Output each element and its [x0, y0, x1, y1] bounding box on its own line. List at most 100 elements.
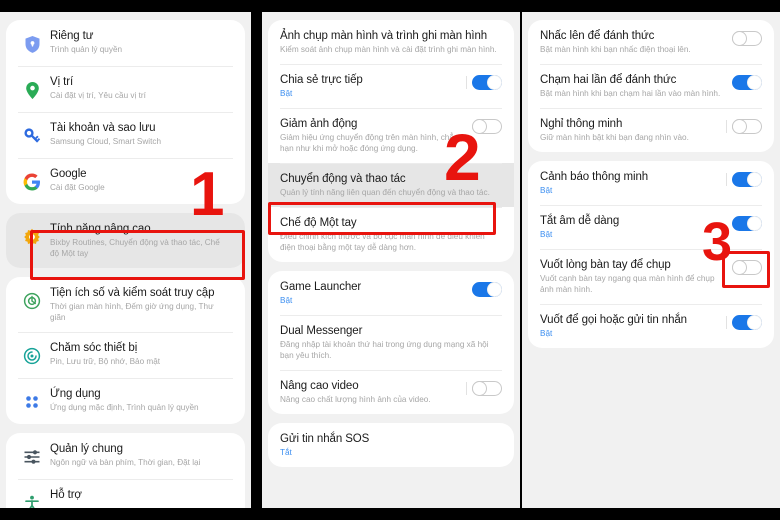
motions-row-smart-stay[interactable]: Nghỉ thông minh Giữ màn hình bật khi bạn…: [528, 108, 774, 152]
settings-row-apps[interactable]: Ứng dụng Ứng dụng mặc định, Trình quản l…: [6, 378, 245, 424]
panel-settings-main: Riêng tư Trình quản lý quyền Vị trí Cài …: [0, 12, 251, 508]
row-subtitle: Bixby Routines, Chuyển động và thao tác,…: [50, 238, 220, 258]
advanced-row-reduce-animations[interactable]: Giảm ảnh động Giảm hiệu ứng chuyển động …: [268, 108, 514, 163]
motions-group-1: Nhấc lên để đánh thức Bật màn hình khi b…: [528, 20, 774, 152]
toggle-easy-mute[interactable]: [732, 216, 762, 231]
row-subtitle: Giữ màn hình bật khi bạn đang nhìn vào.: [540, 133, 689, 142]
row-state: Bật: [280, 89, 293, 98]
sliders-icon: [14, 442, 50, 470]
settings-row-general-management[interactable]: Quản lý chung Ngôn ngữ và bàn phím, Thời…: [6, 433, 245, 479]
panel-motions-and-gestures: Nhấc lên để đánh thức Bật màn hình khi b…: [522, 12, 780, 508]
row-subtitle: Kiểm soát ảnh chụp màn hình và cài đặt t…: [280, 45, 497, 54]
row-title: Nhấc lên để đánh thức: [540, 30, 655, 42]
motions-row-lift-to-wake[interactable]: Nhấc lên để đánh thức Bật màn hình khi b…: [528, 20, 774, 64]
row-title: Game Launcher: [280, 281, 362, 293]
row-subtitle: Cài đặt vị trí, Yêu cầu vị trí: [50, 91, 146, 100]
settings-group-privacy: Riêng tư Trình quản lý quyền Vị trí Cài …: [6, 20, 245, 204]
row-subtitle: Ứng dụng mặc định, Trình quản lý quyền: [50, 403, 199, 412]
row-title: Gửi tin nhắn SOS: [280, 433, 370, 445]
row-title: Chạm hai lần để đánh thức: [540, 74, 677, 86]
toggle-lift-to-wake[interactable]: [732, 31, 762, 46]
motions-row-smart-alert[interactable]: Cảnh báo thông minh Bật: [528, 161, 774, 205]
screenshot-root: Riêng tư Trình quản lý quyền Vị trí Cài …: [0, 0, 780, 520]
advanced-group-1: Ảnh chụp màn hình và trình ghi màn hình …: [268, 20, 514, 262]
row-subtitle: Quản lý tính năng liên quan đến chuyển đ…: [280, 188, 490, 197]
settings-row-privacy[interactable]: Riêng tư Trình quản lý quyền: [6, 20, 245, 66]
motions-group-2: Cảnh báo thông minh Bật Tắt âm dễ dàng B…: [528, 161, 774, 348]
row-title: Vuốt lòng bàn tay để chụp: [540, 259, 671, 271]
motions-row-palm-swipe-capture[interactable]: Vuốt lòng bàn tay để chụp Vuốt cạnh bàn …: [528, 249, 774, 304]
row-subtitle: Ngôn ngữ và bàn phím, Thời gian, Đặt lại: [50, 458, 201, 467]
advanced-row-video-enhancer[interactable]: Nâng cao video Nâng cao chất lượng hình …: [268, 370, 514, 414]
settings-group-wellbeing: Tiện ích số và kiểm soát truy cập Thời g…: [6, 277, 245, 424]
row-title: Cảnh báo thông minh: [540, 171, 649, 183]
toggle-smart-alert[interactable]: [726, 172, 762, 187]
row-subtitle: Thời gian màn hình, Đếm giờ ứng dụng, Th…: [50, 302, 214, 322]
row-subtitle: Điều chỉnh kích thước và bố cục màn hình…: [280, 232, 485, 252]
advanced-row-send-sos[interactable]: Gửi tin nhắn SOS Tắt: [268, 423, 514, 467]
row-title: Giảm ảnh động: [280, 118, 358, 130]
location-pin-icon: [14, 75, 50, 103]
row-state: Bật: [280, 296, 293, 305]
settings-row-google[interactable]: Google Cài đặt Google: [6, 158, 245, 204]
gear-icon: [14, 222, 50, 250]
row-title: Tắt âm dễ dàng: [540, 215, 620, 227]
advanced-group-2: Game Launcher Bật Dual Messenger Đăng nh…: [268, 271, 514, 414]
settings-group-general: Quản lý chung Ngôn ngữ và bàn phím, Thời…: [6, 433, 245, 508]
top-black-bar: [0, 0, 780, 12]
row-title: Dual Messenger: [280, 325, 363, 337]
panel-advanced-features: Ảnh chụp màn hình và trình ghi màn hình …: [262, 12, 520, 508]
toggle-game-launcher[interactable]: [472, 282, 502, 297]
row-subtitle: Bật màn hình khi bạn nhấc điện thoại lên…: [540, 45, 691, 54]
toggle-reduce-animations[interactable]: [472, 119, 502, 134]
row-title: Hỗ trợ: [50, 489, 82, 501]
row-title: Ứng dụng: [50, 388, 101, 400]
row-subtitle: Bật màn hình khi bạn chạm hai lần vào mà…: [540, 89, 721, 98]
row-title: Tính năng nâng cao: [50, 223, 151, 235]
advanced-row-dual-messenger[interactable]: Dual Messenger Đăng nhập tài khoản thứ h…: [268, 315, 514, 370]
toggle-smart-stay[interactable]: [726, 119, 762, 134]
shield-icon: [14, 29, 50, 57]
row-title: Tài khoản và sao lưu: [50, 122, 156, 134]
advanced-row-one-handed-mode[interactable]: Chế độ Một tay Điều chỉnh kích thước và …: [268, 207, 514, 262]
motions-row-double-tap-to-wake[interactable]: Chạm hai lần để đánh thức Bật màn hình k…: [528, 64, 774, 108]
toggle-video-enhancer[interactable]: [466, 381, 502, 396]
settings-row-location[interactable]: Vị trí Cài đặt vị trí, Yêu cầu vị trí: [6, 66, 245, 112]
advanced-row-game-launcher[interactable]: Game Launcher Bật: [268, 271, 514, 315]
row-title: Chăm sóc thiết bị: [50, 342, 138, 354]
motions-row-swipe-to-call-or-send[interactable]: Vuốt để gọi hoặc gửi tin nhắn Bật: [528, 304, 774, 348]
motions-row-easy-mute[interactable]: Tắt âm dễ dàng Bật: [528, 205, 774, 249]
digital-wellbeing-icon: [14, 286, 50, 314]
row-title: Google: [50, 168, 87, 180]
accessibility-icon: [14, 488, 50, 508]
settings-row-accessibility[interactable]: Hỗ trợ: [6, 479, 245, 508]
advanced-row-direct-share[interactable]: Chia sẻ trực tiếp Bật: [268, 64, 514, 108]
bottom-black-bar: [0, 508, 780, 520]
row-subtitle: Cài đặt Google: [50, 183, 105, 192]
toggle-swipe-to-call-or-send[interactable]: [726, 315, 762, 330]
row-title: Quản lý chung: [50, 443, 123, 455]
row-subtitle: Đăng nhập tài khoản thứ hai trong ứng dụ…: [280, 340, 489, 360]
toggle-palm-swipe-capture[interactable]: [732, 260, 762, 275]
row-title: Chuyển động và thao tác: [280, 173, 406, 185]
settings-row-device-care[interactable]: Chăm sóc thiết bị Pin, Lưu trữ, Bộ nhớ, …: [6, 332, 245, 378]
row-subtitle: Pin, Lưu trữ, Bộ nhớ, Bảo mật: [50, 357, 161, 366]
row-subtitle: Nâng cao chất lượng hình ảnh của video.: [280, 395, 431, 404]
settings-row-accounts-backup[interactable]: Tài khoản và sao lưu Samsung Cloud, Smar…: [6, 112, 245, 158]
settings-row-digital-wellbeing[interactable]: Tiện ích số và kiểm soát truy cập Thời g…: [6, 277, 245, 332]
row-subtitle: Giảm hiệu ứng chuyển động trên màn hình,…: [280, 133, 463, 153]
row-state: Bật: [540, 230, 553, 239]
row-state: Bật: [540, 329, 553, 338]
row-title: Nghỉ thông minh: [540, 118, 623, 130]
toggle-direct-share[interactable]: [466, 75, 502, 90]
settings-row-advanced-features[interactable]: Tính năng nâng cao Bixby Routines, Chuyể…: [6, 213, 245, 268]
row-title: Vị trí: [50, 76, 74, 88]
row-title: Chế độ Một tay: [280, 217, 357, 229]
row-title: Chia sẻ trực tiếp: [280, 74, 363, 86]
advanced-row-screenshot-recorder[interactable]: Ảnh chụp màn hình và trình ghi màn hình …: [268, 20, 514, 64]
row-subtitle: Trình quản lý quyền: [50, 45, 123, 54]
toggle-double-tap-to-wake[interactable]: [732, 75, 762, 90]
settings-group-advanced: Tính năng nâng cao Bixby Routines, Chuyể…: [6, 213, 245, 268]
advanced-row-motions-gestures[interactable]: Chuyển động và thao tác Quản lý tính năn…: [268, 163, 514, 207]
row-state: Tắt: [280, 448, 292, 457]
